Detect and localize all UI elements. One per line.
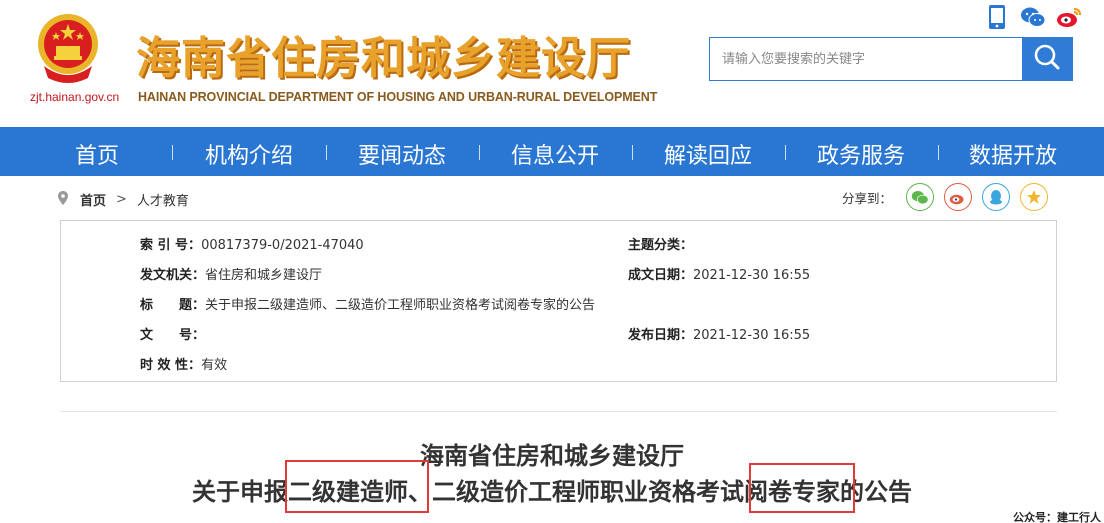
info-created-value: 2021-12-30 16:55 [693,268,811,283]
article-title-line1: 海南省住房和城乡建设厅 [420,442,684,470]
nav-item-home[interactable]: 首页 [75,138,119,170]
share-wechat-button[interactable] [906,183,935,211]
info-row-published: 发布日期：2021-12-30 16:55 [628,324,810,343]
info-category-label: 主题分类： [628,238,694,253]
nav-separator [632,145,633,160]
article-title-line2: 关于申报二级建造师、二级造价工程师职业资格考试阅卷专家的公告 [192,478,912,506]
main-nav: 首页 机构介绍 要闻动态 信息公开 解读回应 政务服务 数据开放 [0,127,1104,176]
document-info-box: 索 引 号：00817379-0/2021-47040 主题分类： 发文机关：省… [60,220,1057,382]
nav-item-disclosure[interactable]: 信息公开 [511,138,599,170]
national-emblem-icon [34,8,102,88]
nav-item-services[interactable]: 政务服务 [817,138,905,170]
site-title: 海南省住房和城乡建设厅 [136,33,631,84]
breadcrumb-current[interactable]: 人才教育 [137,190,189,209]
breadcrumb-home[interactable]: 首页 [80,190,106,209]
weibo-icon[interactable] [1056,4,1082,30]
nav-item-about[interactable]: 机构介绍 [205,138,293,170]
info-title-value: 关于申报二级建造师、二级造价工程师职业资格考试阅卷专家的公告 [205,298,596,313]
info-title-label: 标 题： [140,298,206,313]
info-row-index: 索 引 号：00817379-0/2021-47040 [140,234,364,253]
search-button[interactable] [1022,38,1072,80]
info-index-value: 00817379-0/2021-47040 [201,238,364,253]
nav-item-open-data[interactable]: 数据开放 [969,138,1057,170]
site-subtitle: HAINAN PROVINCIAL DEPARTMENT OF HOUSING … [138,90,658,104]
nav-separator [326,145,327,160]
qq-icon [990,190,1003,205]
info-row-category: 主题分类： [628,234,693,253]
search-box [709,37,1073,81]
content-divider [60,411,1057,412]
breadcrumb-separator: > [116,192,127,207]
highlight-box-second [749,463,855,513]
search-icon [1033,43,1061,75]
site-header: zjt.hainan.gov.cn 海南省住房和城乡建设厅 HAINAN PRO… [0,0,1104,127]
share-weibo-button[interactable] [944,183,973,211]
info-row-title: 标 题：关于申报二级建造师、二级造价工程师职业资格考试阅卷专家的公告 [140,294,595,313]
qzone-icon [1027,190,1042,204]
top-icons [984,4,1082,30]
location-pin-icon [58,190,68,209]
weibo-icon [949,194,964,204]
share-bar: 分享到： [842,183,1049,211]
info-created-label: 成文日期： [628,268,694,283]
nav-separator [938,145,939,160]
nav-item-news[interactable]: 要闻动态 [358,138,446,170]
info-published-label: 发布日期： [628,328,694,343]
info-docno-label: 文 号： [140,328,206,343]
info-issuer-label: 发文机关： [140,268,206,283]
nav-separator [172,145,173,160]
search-input[interactable] [710,38,1022,80]
nav-separator [785,145,786,160]
info-row-created: 成文日期：2021-12-30 16:55 [628,264,810,283]
info-row-validity: 时 效 性：有效 [140,354,227,373]
site-url: zjt.hainan.gov.cn [30,90,120,104]
nav-item-interpretation[interactable]: 解读回应 [664,138,752,170]
watermark: 公众号：建工行人 [1013,511,1101,523]
info-issuer-value: 省住房和城乡建设厅 [205,268,323,283]
share-qq-button[interactable] [982,183,1011,211]
share-qzone-button[interactable] [1020,183,1049,211]
info-index-label: 索 引 号： [140,238,202,253]
info-validity-value: 有效 [201,358,228,373]
share-label: 分享到： [842,190,893,206]
wechat-icon[interactable] [1020,4,1046,30]
info-validity-label: 时 效 性： [140,358,202,373]
wechat-icon [911,190,929,204]
highlight-box-first [285,460,429,513]
breadcrumb: 首页 > 人才教育 [58,190,189,209]
nav-separator [479,145,480,160]
info-row-issuer: 发文机关：省住房和城乡建设厅 [140,264,322,283]
info-row-docno: 文 号： [140,324,205,343]
info-published-value: 2021-12-30 16:55 [693,328,811,343]
mobile-icon[interactable] [984,4,1010,30]
